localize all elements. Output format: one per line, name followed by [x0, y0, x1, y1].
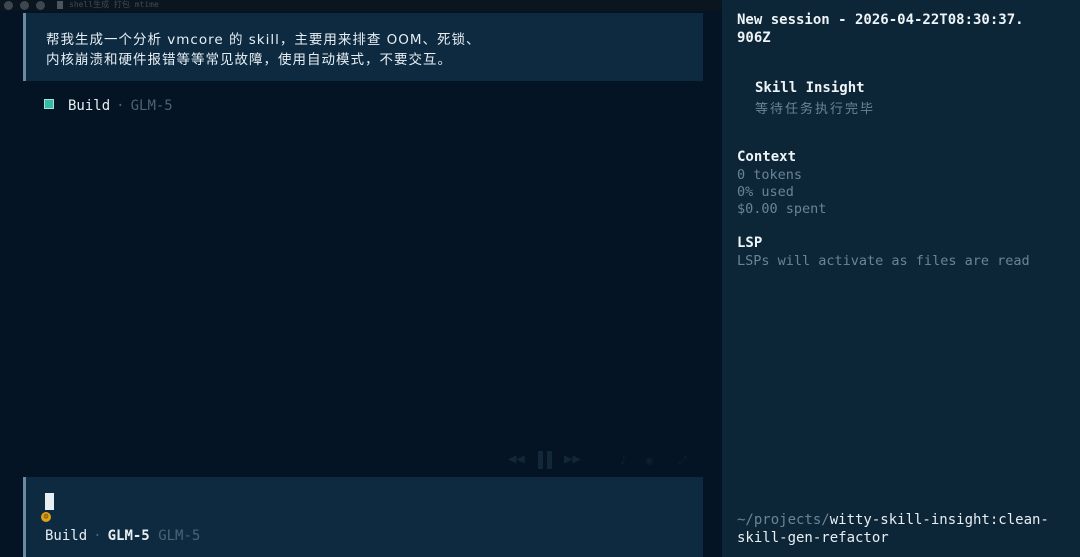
- context-heading: Context: [737, 149, 797, 165]
- skill-insight-status: 等待任务执行完毕: [755, 102, 876, 117]
- pip-icon[interactable]: ▣: [646, 454, 653, 467]
- input-mode-label[interactable]: Build: [45, 528, 87, 544]
- input-footer: Build · GLM-5 GLM-5: [45, 528, 200, 544]
- rewind-icon[interactable]: ◀◀: [508, 451, 525, 467]
- document-icon: [57, 1, 63, 9]
- path-repo-line-1: witty-skill-insight:clean-: [829, 512, 1049, 528]
- user-prompt-line-1: 帮我生成一个分析 vmcore 的 skill，主要用来排查 OOM、死锁、: [46, 32, 481, 48]
- input-model-label[interactable]: GLM-5: [108, 528, 150, 544]
- session-sidebar: New session - 2026-04-22T08:30:37. 906Z …: [722, 0, 1080, 557]
- fullscreen-icon[interactable]: ⤢: [678, 454, 687, 468]
- session-title-line-2: 906Z: [737, 30, 771, 46]
- path-prefix: ~/projects/: [737, 512, 830, 528]
- close-window-dot[interactable]: [4, 1, 13, 10]
- agent-model-label: GLM-5: [130, 98, 173, 114]
- build-square-icon: [44, 99, 54, 109]
- zoom-window-dot[interactable]: [36, 1, 45, 10]
- pause-icon-left-bar[interactable]: [538, 451, 543, 469]
- context-tokens: 0 tokens: [737, 167, 803, 183]
- text-cursor: [45, 493, 54, 510]
- fast-forward-icon[interactable]: ▶▶: [564, 451, 581, 467]
- conversation-pane[interactable]: 帮我生成一个分析 vmcore 的 skill，主要用来排查 OOM、死锁、 内…: [0, 11, 722, 557]
- path-repo-line-2: skill-gen-refactor: [737, 530, 889, 546]
- prompt-input-area[interactable]: ☺ Build · GLM-5 GLM-5: [23, 477, 703, 557]
- project-path: ~/projects/witty-skill-insight:clean- sk…: [737, 511, 1077, 547]
- pause-icon-right-bar[interactable]: [547, 451, 552, 469]
- lsp-status: LSPs will activate as files are read: [737, 253, 1030, 269]
- user-prompt-block: 帮我生成一个分析 vmcore 的 skill，主要用来排查 OOM、死锁、 内…: [23, 13, 703, 81]
- window-title: shell生成 打包 mtime: [69, 0, 159, 9]
- window-titlebar: shell生成 打包 mtime: [0, 0, 722, 11]
- context-used: 0% used: [737, 184, 794, 200]
- input-model-variant: GLM-5: [158, 528, 201, 544]
- user-prompt-line-2: 内核崩溃和硬件报错等等常见故障，使用自动模式，不要交互。: [46, 52, 452, 68]
- minimize-window-dot[interactable]: [20, 1, 29, 10]
- volume-icon[interactable]: ♪: [620, 454, 627, 467]
- input-separator-dot: ·: [93, 528, 102, 544]
- separator-dot: ·: [116, 98, 125, 114]
- media-controls-overlay: ◀◀ ▶▶ ♪ ▣ ⤢: [508, 449, 698, 471]
- skill-insight-title: Skill Insight: [755, 80, 865, 96]
- lsp-heading: LSP: [737, 235, 763, 251]
- agent-mode-label: Build: [68, 98, 111, 114]
- emoji-picker-icon[interactable]: ☺: [41, 512, 51, 522]
- session-title: New session - 2026-04-22T08:30:37. 906Z: [737, 11, 1067, 47]
- context-spent: $0.00 spent: [737, 201, 827, 217]
- agent-status-row: Build · GLM-5: [44, 98, 173, 114]
- session-title-line-1: New session - 2026-04-22T08:30:37.: [737, 12, 1024, 28]
